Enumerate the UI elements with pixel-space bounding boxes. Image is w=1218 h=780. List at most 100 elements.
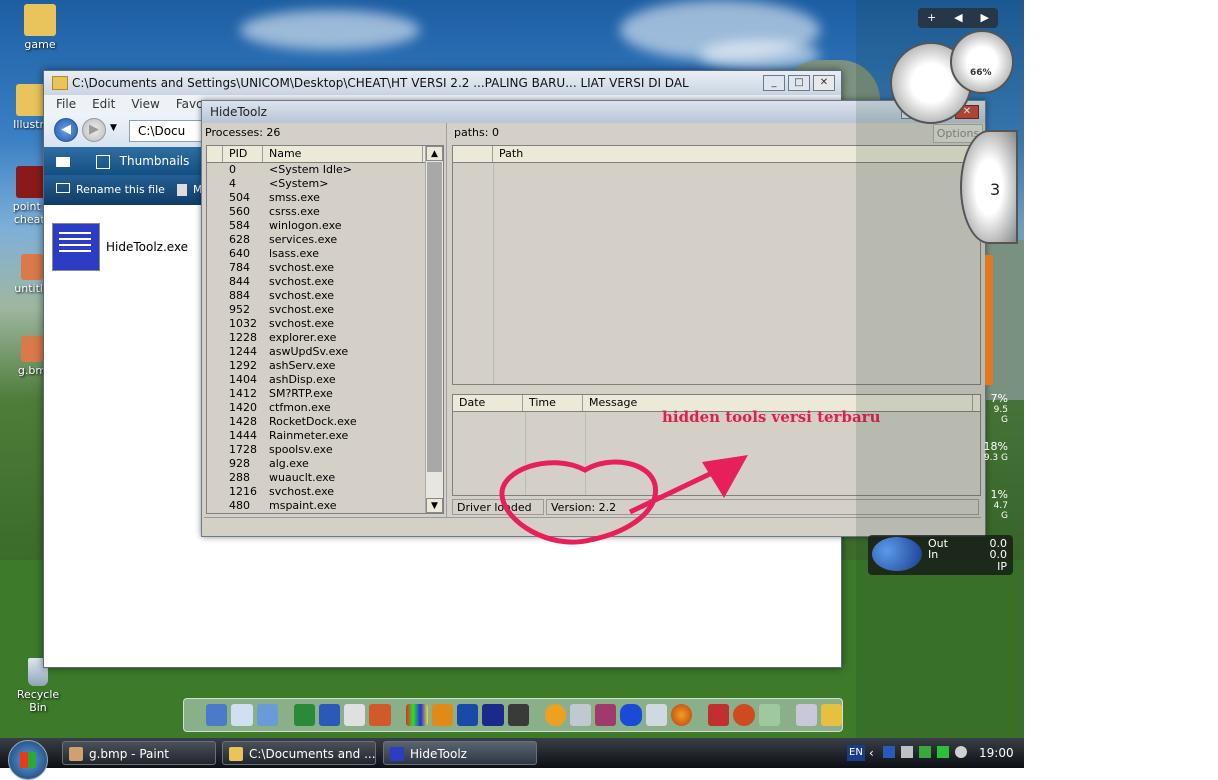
process-row[interactable]: 1228 explorer.exe bbox=[207, 331, 443, 345]
tray-icon-5[interactable] bbox=[955, 746, 967, 758]
capture-icon[interactable] bbox=[569, 704, 592, 726]
keygen-icon[interactable] bbox=[507, 704, 529, 726]
column-time[interactable]: Time bbox=[523, 395, 583, 411]
meter-percent: 1% bbox=[990, 488, 1008, 501]
taskbar-item-hidetoolz[interactable]: HideToolz bbox=[383, 741, 537, 765]
maximize-button[interactable]: □ bbox=[788, 75, 810, 91]
excel-icon[interactable] bbox=[293, 704, 315, 726]
process-row[interactable]: 288 wuauclt.exe bbox=[207, 471, 443, 485]
menu-file[interactable]: File bbox=[56, 95, 76, 113]
splitter[interactable] bbox=[446, 123, 447, 518]
process-row[interactable]: 1404 ashDisp.exe bbox=[207, 373, 443, 387]
history-dropdown-icon[interactable]: ▼ bbox=[110, 123, 117, 133]
scroll-up-icon[interactable]: ▲ bbox=[426, 146, 443, 161]
menu-view[interactable]: View bbox=[131, 95, 159, 113]
column-date[interactable]: Date bbox=[453, 395, 523, 411]
start-button[interactable] bbox=[8, 740, 48, 780]
process-pid: 1444 bbox=[229, 429, 257, 442]
column-name[interactable]: Name bbox=[263, 146, 423, 162]
process-row[interactable]: 1292 ashServ.exe bbox=[207, 359, 443, 373]
gadget-controls[interactable]: + ◀ ▶ bbox=[918, 8, 998, 28]
process-name: svchost.exe bbox=[269, 485, 335, 498]
control-panel-icon[interactable] bbox=[708, 704, 730, 726]
media-player-icon[interactable] bbox=[544, 704, 566, 726]
process-list[interactable]: PID Name 0 <System Idle> 4 <System> 504 smss.… bbox=[206, 145, 444, 514]
next-icon[interactable]: ▶ bbox=[981, 8, 989, 28]
bluetooth-icon[interactable] bbox=[620, 704, 642, 726]
close-button[interactable]: ✕ bbox=[813, 75, 835, 91]
taskbar-item-paint[interactable]: g.bmp - Paint bbox=[62, 741, 216, 765]
tray-expand-icon[interactable]: ‹ bbox=[869, 741, 874, 765]
rename-file-label: Rename this file bbox=[76, 183, 165, 196]
language-indicator[interactable]: EN bbox=[847, 745, 865, 761]
process-row[interactable]: 1420 ctfmon.exe bbox=[207, 401, 443, 415]
process-row[interactable]: 884 svchost.exe bbox=[207, 289, 443, 303]
photoshop-icon[interactable] bbox=[457, 704, 479, 726]
process-row[interactable]: 628 services.exe bbox=[207, 233, 443, 247]
process-row[interactable]: 1728 spoolsv.exe bbox=[207, 443, 443, 457]
process-row[interactable]: 584 winlogon.exe bbox=[207, 219, 443, 233]
process-row[interactable]: 928 alg.exe bbox=[207, 457, 443, 471]
clock-time[interactable]: 19:00 bbox=[979, 741, 1014, 765]
process-row[interactable]: 1412 SM?RTP.exe bbox=[207, 387, 443, 401]
explorer-titlebar[interactable]: C:\Documents and Settings\UNICOM\Desktop… bbox=[44, 71, 841, 95]
process-row[interactable]: 560 csrss.exe bbox=[207, 205, 443, 219]
minimize-button[interactable]: _ bbox=[763, 75, 785, 91]
prev-icon[interactable]: ◀ bbox=[954, 8, 962, 28]
file-item-hidetoolz[interactable]: HideToolz.exe bbox=[52, 223, 188, 271]
eraser-icon[interactable] bbox=[758, 704, 780, 726]
rename-file-task[interactable]: Rename this file bbox=[56, 175, 165, 205]
winrar-icon[interactable] bbox=[595, 704, 617, 726]
process-row[interactable]: 4 <System> bbox=[207, 177, 443, 191]
process-list-scrollbar[interactable]: ▲ ▼ bbox=[425, 146, 443, 513]
taskbar-item-explorer[interactable]: C:\Documents and ... bbox=[222, 741, 376, 765]
process-name: ctfmon.exe bbox=[269, 401, 331, 414]
tray-icon-4[interactable] bbox=[937, 746, 949, 758]
column-pid[interactable]: PID bbox=[223, 146, 263, 162]
ccleaner-icon[interactable] bbox=[733, 704, 755, 726]
process-row[interactable]: 844 svchost.exe bbox=[207, 275, 443, 289]
forward-button[interactable]: ▶ bbox=[82, 118, 106, 142]
tools-icon[interactable] bbox=[820, 704, 843, 726]
views-button[interactable]: Thumbnails bbox=[120, 154, 190, 168]
process-pid: 1420 bbox=[229, 401, 257, 414]
views-icon[interactable] bbox=[56, 156, 70, 167]
process-row[interactable]: 640 lsass.exe bbox=[207, 247, 443, 261]
settings-icon[interactable] bbox=[795, 704, 817, 726]
process-row[interactable]: 0 <System Idle> bbox=[207, 163, 443, 177]
process-row[interactable]: 480 mspaint.exe bbox=[207, 499, 443, 513]
process-row[interactable]: 1032 svchost.exe bbox=[207, 317, 443, 331]
notepad-icon[interactable] bbox=[344, 704, 366, 726]
documents-icon[interactable] bbox=[231, 704, 253, 726]
desktop-icon-game[interactable]: game bbox=[10, 4, 70, 51]
process-row[interactable]: 784 svchost.exe bbox=[207, 261, 443, 275]
network-icon[interactable] bbox=[256, 704, 278, 726]
chart-app-icon[interactable] bbox=[482, 704, 504, 726]
process-row[interactable]: 1244 aswUpdSv.exe bbox=[207, 345, 443, 359]
process-row[interactable]: 504 smss.exe bbox=[207, 191, 443, 205]
process-row[interactable]: 952 svchost.exe bbox=[207, 303, 443, 317]
process-name: svchost.exe bbox=[269, 303, 335, 316]
messenger-icon[interactable] bbox=[645, 704, 667, 726]
menu-favorites[interactable]: Favo bbox=[176, 95, 204, 113]
process-name: spoolsv.exe bbox=[269, 443, 333, 456]
powerpoint-icon[interactable] bbox=[369, 704, 391, 726]
illustrator-icon[interactable] bbox=[431, 704, 453, 726]
paint-icon[interactable] bbox=[406, 704, 428, 726]
back-button[interactable]: ◀ bbox=[54, 118, 78, 142]
tray-icon-1[interactable] bbox=[883, 746, 895, 758]
word-icon[interactable] bbox=[318, 704, 341, 726]
computer-icon[interactable] bbox=[206, 704, 228, 726]
tray-icon-2[interactable] bbox=[901, 746, 913, 758]
firefox-icon[interactable] bbox=[670, 704, 693, 726]
process-name: <System> bbox=[269, 177, 329, 190]
menu-edit[interactable]: Edit bbox=[92, 95, 115, 113]
process-row[interactable]: 1444 Rainmeter.exe bbox=[207, 429, 443, 443]
process-row[interactable]: 1216 svchost.exe bbox=[207, 485, 443, 499]
scroll-thumb[interactable] bbox=[427, 162, 442, 472]
process-row[interactable]: 1428 RocketDock.exe bbox=[207, 415, 443, 429]
tray-icon-3[interactable] bbox=[919, 746, 931, 758]
add-gadget-icon[interactable]: + bbox=[927, 8, 936, 28]
scroll-down-icon[interactable]: ▼ bbox=[426, 498, 443, 513]
meter-value: 9.3 G bbox=[983, 453, 1008, 463]
